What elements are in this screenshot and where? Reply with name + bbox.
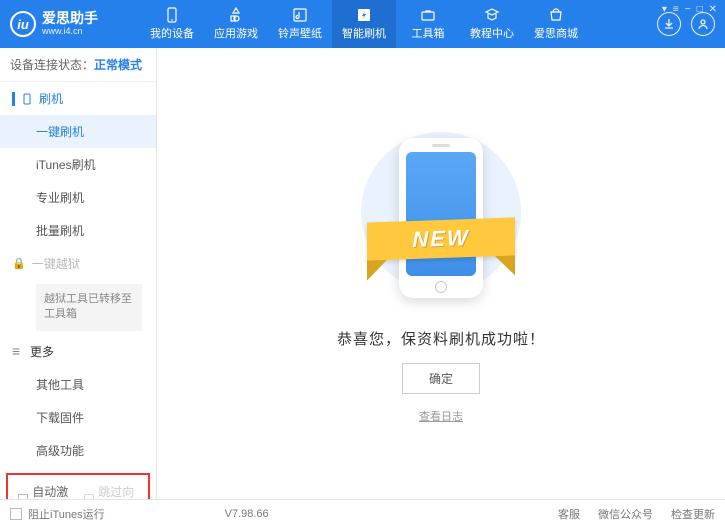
section-label: 刷机 [39, 90, 63, 107]
section-label: 一键越狱 [32, 255, 80, 272]
nav-label: 应用游戏 [214, 25, 258, 41]
footer: 阻止iTunes运行 V7.98.66 客服 微信公众号 检查更新 [0, 499, 725, 527]
checkbox-auto-activate[interactable]: 自动激活 [18, 483, 72, 499]
more-icon [12, 343, 24, 359]
nav-ringtones[interactable]: 铃声壁纸 [268, 0, 332, 48]
phone-icon [21, 93, 33, 105]
success-illustration: NEW [361, 124, 521, 314]
checkbox-skip-guide[interactable]: 跳过向导 [84, 483, 138, 499]
sidebar-item-download-firmware[interactable]: 下载固件 [0, 401, 156, 434]
active-bar-icon [12, 92, 15, 106]
nav-label: 爱思商城 [534, 25, 578, 41]
version-label: V7.98.66 [225, 508, 269, 520]
new-ribbon: NEW [367, 217, 515, 260]
toolbox-icon [419, 7, 437, 23]
sidebar-item-batch-flash[interactable]: 批量刷机 [0, 214, 156, 247]
sidebar-item-onekey-flash[interactable]: 一键刷机 [0, 115, 156, 148]
app-title: 爱思助手 [42, 11, 98, 26]
nav-tutorials[interactable]: 教程中心 [460, 0, 524, 48]
ringtone-icon [291, 7, 309, 23]
sidebar-section-jailbreak[interactable]: 🔒 一键越狱 [0, 247, 156, 280]
sidebar-item-other-tools[interactable]: 其他工具 [0, 368, 156, 401]
main-content: NEW 恭喜您，保资料刷机成功啦！ 确定 查看日志 [157, 48, 725, 499]
nav-label: 智能刷机 [342, 25, 386, 41]
device-icon [163, 7, 181, 23]
download-button[interactable] [657, 12, 681, 36]
nav-apps-games[interactable]: 应用游戏 [204, 0, 268, 48]
nav-label: 教程中心 [470, 25, 514, 41]
nav-store[interactable]: 爱思商城 [524, 0, 588, 48]
nav-label: 铃声壁纸 [278, 25, 322, 41]
nav-toolbox[interactable]: 工具箱 [396, 0, 460, 48]
sidebar-item-itunes-flash[interactable]: iTunes刷机 [0, 148, 156, 181]
apps-icon [227, 7, 245, 23]
nav-label: 工具箱 [412, 25, 445, 41]
minimize-icon[interactable]: − [685, 4, 691, 15]
tutorial-icon [483, 7, 501, 23]
status-value: 正常模式 [94, 58, 142, 72]
checkbox-block-itunes[interactable]: 阻止iTunes运行 [10, 506, 105, 522]
status-label: 设备连接状态： [10, 58, 94, 72]
app-header: iu 爱思助手 www.i4.cn 我的设备 应用游戏 铃声壁纸 智能刷机 工具… [0, 0, 725, 48]
logo-icon: iu [10, 11, 36, 37]
app-logo: iu 爱思助手 www.i4.cn [10, 11, 140, 37]
checkbox-label: 跳过向导 [98, 483, 138, 499]
nav-my-device[interactable]: 我的设备 [140, 0, 204, 48]
sidebar-section-flash[interactable]: 刷机 [0, 82, 156, 115]
highlighted-options: 自动激活 跳过向导 [6, 473, 150, 499]
footer-link-support[interactable]: 客服 [558, 506, 580, 522]
sidebar-jailbreak-note[interactable]: 越狱工具已转移至工具箱 [36, 284, 142, 331]
lock-icon: 🔒 [12, 257, 26, 270]
checkbox-icon [10, 508, 22, 520]
sidebar-section-more[interactable]: 更多 [0, 335, 156, 368]
nav-label: 我的设备 [150, 25, 194, 41]
top-nav: 我的设备 应用游戏 铃声壁纸 智能刷机 工具箱 教程中心 爱思商城 [140, 0, 588, 48]
sidebar-item-advanced[interactable]: 高级功能 [0, 434, 156, 467]
section-label: 更多 [30, 343, 54, 360]
ok-button[interactable]: 确定 [402, 363, 480, 394]
sidebar-item-pro-flash[interactable]: 专业刷机 [0, 181, 156, 214]
footer-link-update[interactable]: 检查更新 [671, 506, 715, 522]
view-log-link[interactable]: 查看日志 [419, 408, 463, 424]
app-url: www.i4.cn [42, 27, 98, 37]
nav-smart-flash[interactable]: 智能刷机 [332, 0, 396, 48]
checkbox-label: 阻止iTunes运行 [28, 506, 105, 522]
store-icon [547, 7, 565, 23]
checkbox-label: 自动激活 [32, 483, 72, 499]
footer-link-wechat[interactable]: 微信公众号 [598, 506, 653, 522]
flash-icon [355, 7, 373, 23]
user-button[interactable] [691, 12, 715, 36]
success-message: 恭喜您，保资料刷机成功啦！ [337, 328, 545, 349]
sidebar: 设备连接状态：正常模式 刷机 一键刷机 iTunes刷机 专业刷机 批量刷机 🔒… [0, 48, 157, 499]
connection-status: 设备连接状态：正常模式 [0, 48, 156, 82]
